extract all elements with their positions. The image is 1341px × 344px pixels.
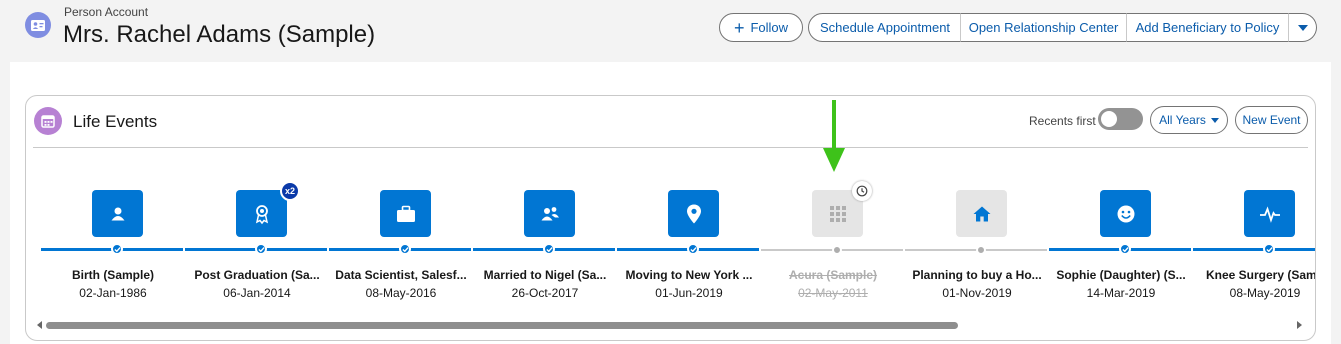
event-title: Sophie (Daughter) (S... (1056, 268, 1186, 282)
open-relationship-center-button[interactable]: Open Relationship Center (960, 13, 1127, 42)
event-title: Birth (Sample) (71, 268, 154, 282)
check-icon (1119, 243, 1131, 255)
event-date: 01-Jun-2019 (655, 286, 723, 300)
life-event-item[interactable]: Married to Nigel (Sa... 26-Oct-2017 (473, 190, 617, 300)
event-title: Planning to buy a Ho... (912, 268, 1042, 282)
plus-icon: + (733, 17, 745, 38)
event-date: 02-Jan-1986 (79, 286, 147, 300)
horizontal-scrollbar[interactable] (46, 320, 1294, 330)
scroll-left-arrow[interactable] (37, 321, 42, 329)
event-title: Knee Surgery (Samp (1205, 268, 1316, 282)
event-date: 26-Oct-2017 (511, 286, 579, 300)
map-pin-icon (668, 190, 719, 237)
divider (33, 147, 1308, 148)
life-event-item[interactable]: Moving to New York ... 01-Jun-2019 (617, 190, 761, 300)
life-event-item[interactable]: Sophie (Daughter) (S... 14-Mar-2019 (1049, 190, 1193, 300)
event-title: Acura (Sample) (788, 268, 878, 282)
scrollbar-thumb[interactable] (46, 322, 958, 329)
new-event-label: New Event (1242, 113, 1301, 127)
life-event-item[interactable]: Planning to buy a Ho... 01-Nov-2019 (905, 190, 1049, 300)
pending-dot (832, 245, 842, 255)
add-beneficiary-label: Add Beneficiary to Policy (1135, 20, 1280, 35)
annotation-arrow-icon (823, 100, 845, 172)
couple-icon (524, 190, 575, 237)
event-date: 02-May-2011 (798, 286, 868, 300)
recents-first-toggle[interactable] (1098, 108, 1143, 130)
toggle-knob (1101, 111, 1117, 127)
open-relationship-center-label: Open Relationship Center (968, 20, 1119, 35)
record-type-label: Person Account (64, 5, 149, 19)
chevron-down-icon (1210, 117, 1219, 123)
briefcase-icon (380, 190, 431, 237)
life-event-item[interactable]: Birth (Sample) 02-Jan-1986 (41, 190, 185, 300)
all-years-dropdown[interactable]: All Years (1150, 106, 1228, 134)
event-title: Moving to New York ... (625, 268, 753, 282)
check-icon (1263, 243, 1275, 255)
person-account-icon (25, 12, 51, 38)
recents-first-label: Recents first (1029, 114, 1096, 128)
all-years-label: All Years (1159, 113, 1206, 127)
life-events-card: Life Events Recents first All Years New … (25, 95, 1316, 341)
add-beneficiary-button[interactable]: Add Beneficiary to Policy (1126, 13, 1289, 42)
event-title: Data Scientist, Salesf... (335, 268, 467, 282)
follow-button[interactable]: + Follow (719, 13, 803, 42)
event-date: 01-Nov-2019 (942, 286, 1012, 300)
timeline-line (1193, 248, 1315, 251)
check-icon (111, 243, 123, 255)
card-title: Life Events (73, 112, 158, 131)
event-title: Post Graduation (Sa... (194, 268, 320, 282)
event-date: 06-Jan-2014 (223, 286, 291, 300)
smiley-icon (1100, 190, 1151, 237)
check-icon (399, 243, 411, 255)
award-icon (236, 190, 287, 237)
pending-dot (976, 245, 986, 255)
new-event-button[interactable]: New Event (1235, 106, 1308, 134)
life-event-item[interactable]: Data Scientist, Salesf... 08-May-2016 (329, 190, 473, 300)
person-icon (92, 190, 143, 237)
page-title: Mrs. Rachel Adams (Sample) (63, 21, 376, 48)
more-actions-button[interactable] (1288, 13, 1317, 42)
home-icon (956, 190, 1007, 237)
calendar-icon (34, 107, 62, 135)
event-date: 14-Mar-2019 (1086, 286, 1156, 300)
life-event-item[interactable]: Knee Surgery (Samp 08-May-2019 (1193, 190, 1316, 300)
event-title: Married to Nigel (Sa... (483, 268, 607, 282)
schedule-appointment-button[interactable]: Schedule Appointment (808, 13, 962, 42)
count-badge: x2 (280, 181, 300, 201)
follow-label: Follow (750, 20, 789, 35)
event-date: 08-May-2019 (1229, 286, 1301, 300)
check-icon (255, 243, 267, 255)
clock-icon (852, 181, 872, 201)
chevron-down-icon (1297, 24, 1308, 31)
life-event-item[interactable]: x2 Post Graduation (Sa... 06-Jan-2014 (185, 181, 329, 300)
event-date: 08-May-2016 (365, 286, 437, 300)
pulse-icon (1244, 190, 1295, 237)
check-icon (543, 243, 555, 255)
check-icon (687, 243, 699, 255)
life-event-item[interactable]: Acura (Sample) 02-May-2011 (761, 181, 905, 300)
schedule-appointment-label: Schedule Appointment (819, 20, 951, 35)
scroll-right-arrow[interactable] (1297, 321, 1302, 329)
